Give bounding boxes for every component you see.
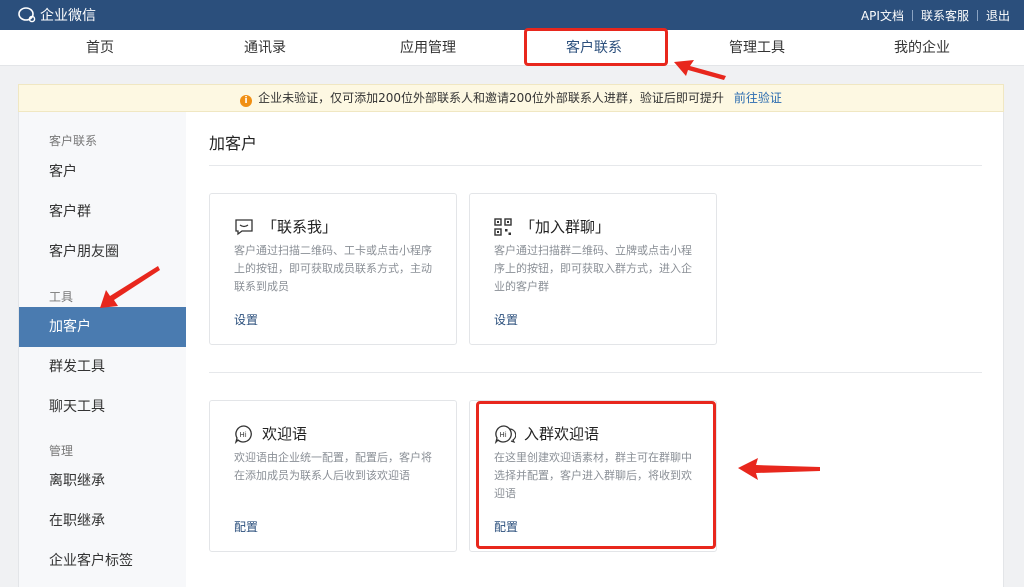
card-title: 入群欢迎语 xyxy=(524,425,600,443)
card-title: 欢迎语 xyxy=(262,425,308,443)
notice-text: 企业未验证，仅可添加200位外部联系人和邀请200位外部联系人进群，验证后即可提… xyxy=(258,91,724,105)
welcome-message-card: Hi 欢迎语 欢迎语由企业统一配置，配置后，客户将在添加成员为联系人后收到该欢迎… xyxy=(209,400,457,552)
nav-app-management[interactable]: 应用管理 xyxy=(368,30,488,66)
qr-code-icon xyxy=(494,217,512,236)
nav-home[interactable]: 首页 xyxy=(40,30,160,66)
sidebar-item-moments[interactable]: 客户朋友圈 xyxy=(19,232,187,272)
nav-contacts[interactable]: 通讯录 xyxy=(205,30,325,66)
verification-notice: i 企业未验证，仅可添加200位外部联系人和邀请200位外部联系人进群，验证后即可… xyxy=(18,84,1004,112)
sidebar-item-chat-tools[interactable]: 聊天工具 xyxy=(19,387,187,427)
api-docs-link[interactable]: API文档 xyxy=(861,7,904,24)
contact-me-card: 「联系我」 客户通过扫描二维码、工卡或点击小程序上的按钮，即可获取成员联系方式，… xyxy=(209,193,457,345)
app-name: 企业微信 xyxy=(40,8,96,24)
sidebar-item-onjob-inherit[interactable]: 在职继承 xyxy=(19,501,187,541)
contact-me-settings-link[interactable]: 设置 xyxy=(234,311,258,328)
card-description: 在这里创建欢迎语素材，群主可在群聊中选择并配置，客户进入群聊后，将收到欢迎语 xyxy=(494,451,692,500)
card-title: 「联系我」 xyxy=(262,218,338,236)
sidebar-item-resignation-inherit[interactable]: 离职继承 xyxy=(19,461,187,501)
warning-icon: i xyxy=(240,95,253,107)
chat-bubble-icon xyxy=(235,218,253,235)
app-logo[interactable]: 企业微信 xyxy=(18,5,96,25)
card-description: 欢迎语由企业统一配置，配置后，客户将在添加成员为联系人后收到该欢迎语 xyxy=(234,451,432,482)
welcome-message-config-link[interactable]: 配置 xyxy=(234,518,258,535)
divider xyxy=(209,165,982,166)
sidebar-item-mass-message[interactable]: 群发工具 xyxy=(19,347,187,387)
nav-my-enterprise[interactable]: 我的企业 xyxy=(862,30,982,66)
nav-customer-contact[interactable]: 客户联系 xyxy=(534,30,654,66)
divider xyxy=(209,372,982,373)
top-links: API文档 联系客服 退出 xyxy=(861,7,1010,24)
page-title: 加客户 xyxy=(209,134,258,153)
card-title: 「加入群聊」 xyxy=(520,218,611,236)
wecom-logo-icon xyxy=(18,7,36,23)
contact-support-link[interactable]: 联系客服 xyxy=(921,7,969,24)
card-description: 客户通过扫描群二维码、立牌或点击小程序上的按钮，即可获取入群方式，进入企业的客户… xyxy=(494,244,692,293)
hi-group-bubble-icon: Hi xyxy=(494,424,516,444)
svg-text:Hi: Hi xyxy=(500,431,507,439)
sidebar: 客户联系 客户 客户群 客户朋友圈 工具 加客户 群发工具 聊天工具 管理 离职… xyxy=(18,112,187,587)
hi-bubble-icon: Hi xyxy=(234,424,252,444)
divider xyxy=(976,10,978,21)
card-header: Hi 入群欢迎语 xyxy=(494,423,599,444)
card-description: 客户通过扫描二维码、工卡或点击小程序上的按钮，即可获取成员联系方式，主动联系到成… xyxy=(234,244,432,293)
sidebar-item-add-customer[interactable]: 加客户 xyxy=(19,307,187,347)
main-nav: 首页 通讯录 应用管理 客户联系 管理工具 我的企业 xyxy=(0,30,1024,66)
join-group-card: 「加入群聊」 客户通过扫描群二维码、立牌或点击小程序上的按钮，即可获取入群方式，… xyxy=(469,193,717,345)
group-welcome-config-link[interactable]: 配置 xyxy=(494,518,518,535)
join-group-settings-link[interactable]: 设置 xyxy=(494,311,518,328)
card-header: 「加入群聊」 xyxy=(494,216,610,237)
sidebar-item-customer-groups[interactable]: 客户群 xyxy=(19,192,187,232)
sidebar-group-tools: 工具 xyxy=(49,290,74,304)
go-verify-link[interactable]: 前往验证 xyxy=(734,91,782,105)
nav-management-tools[interactable]: 管理工具 xyxy=(697,30,817,66)
sidebar-item-customers[interactable]: 客户 xyxy=(19,152,187,192)
sidebar-item-customer-tags[interactable]: 企业客户标签 xyxy=(19,541,187,581)
group-welcome-message-card: Hi 入群欢迎语 在这里创建欢迎语素材，群主可在群聊中选择并配置，客户进入群聊后… xyxy=(469,400,717,552)
top-bar: 企业微信 API文档 联系客服 退出 xyxy=(0,0,1024,30)
divider xyxy=(911,10,913,21)
card-header: 「联系我」 xyxy=(234,216,337,237)
sidebar-group-management: 管理 xyxy=(49,444,74,458)
card-header: Hi 欢迎语 xyxy=(234,423,307,444)
sidebar-group-customer-contact: 客户联系 xyxy=(49,134,98,148)
main-content: 加客户 「联系我」 客户通过扫描二维码、工卡或点击小程序上的按钮，即可获取成员联… xyxy=(186,112,1004,587)
svg-text:Hi: Hi xyxy=(240,431,247,439)
logout-link[interactable]: 退出 xyxy=(986,7,1010,24)
